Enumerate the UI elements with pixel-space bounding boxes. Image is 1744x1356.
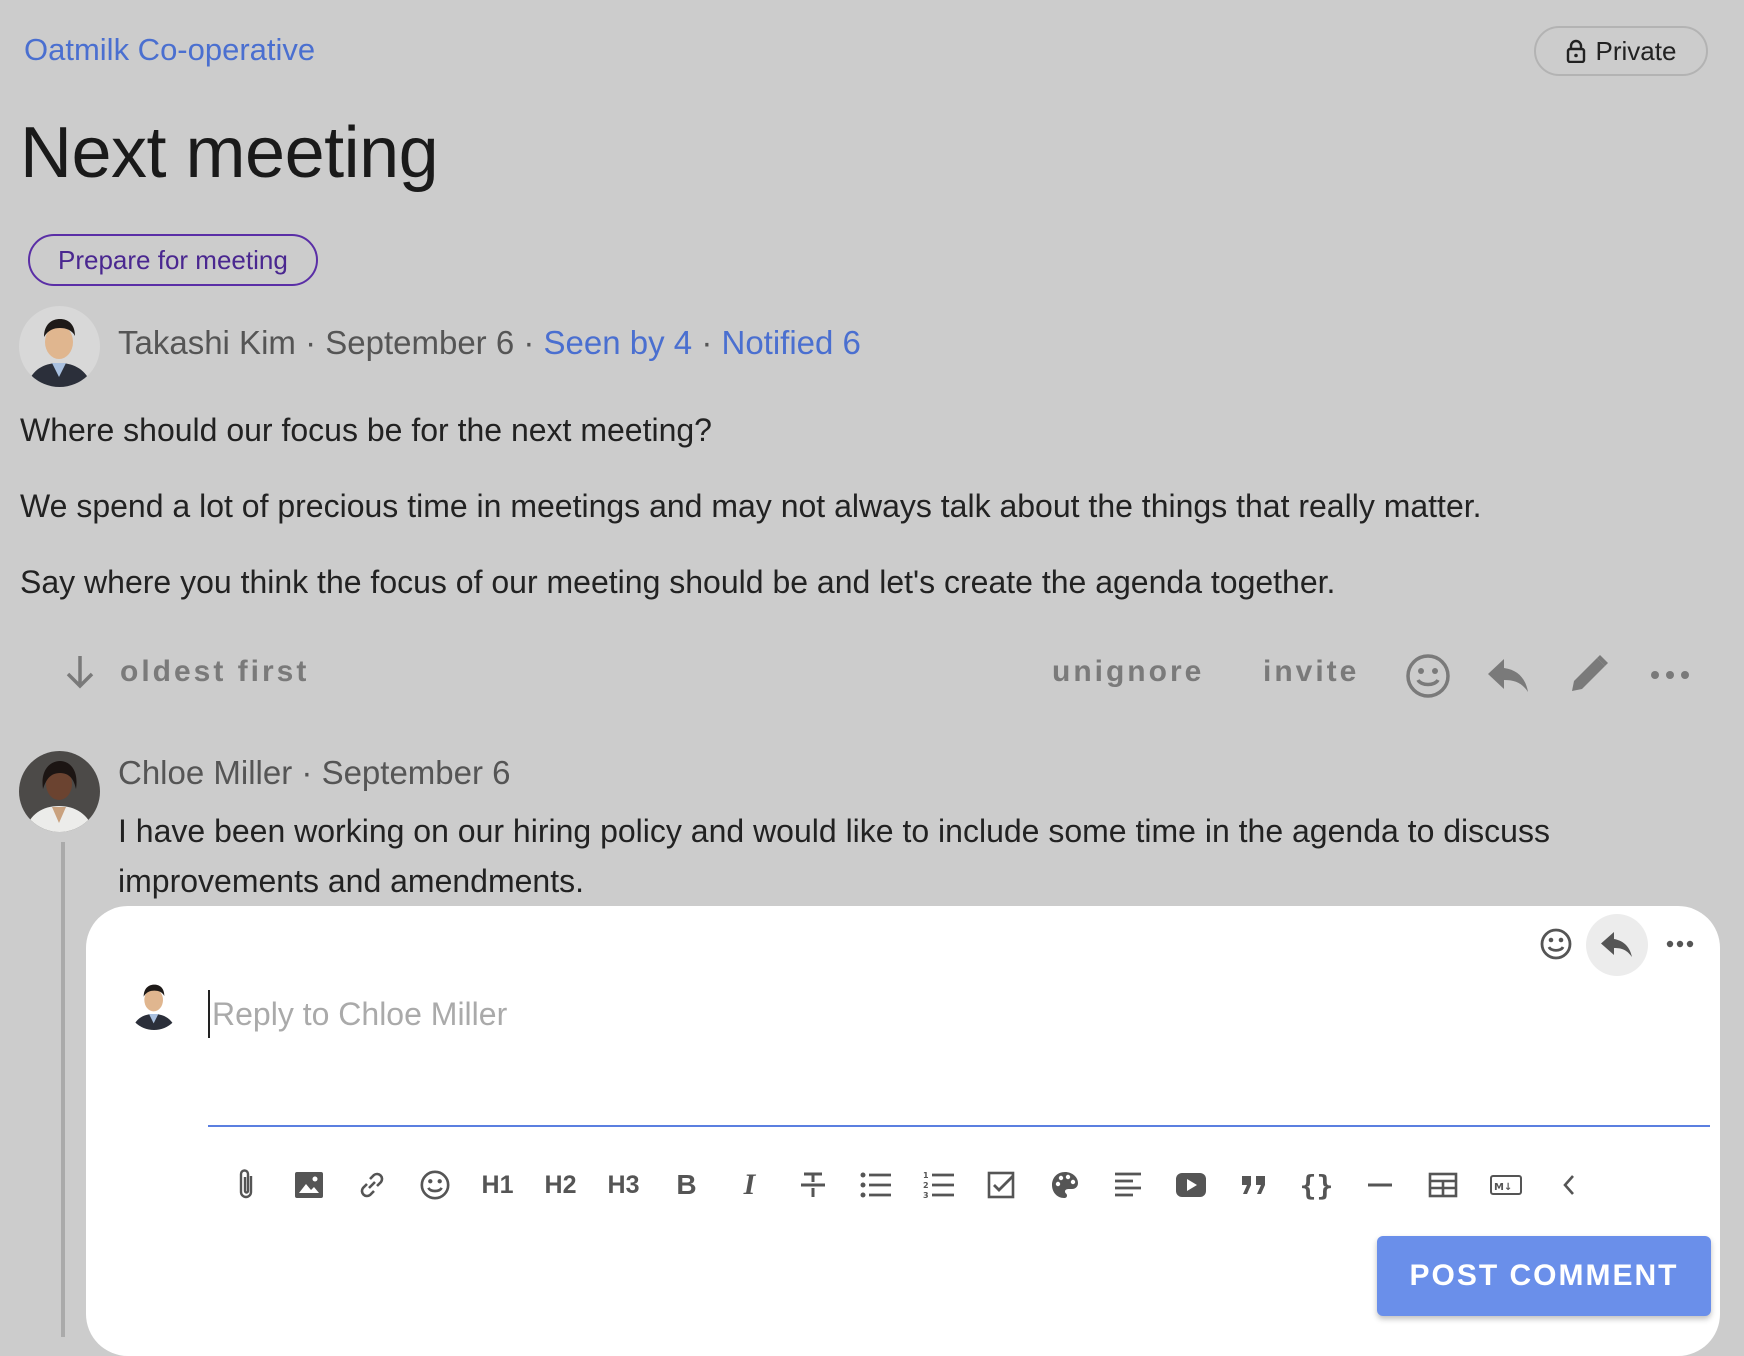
color-palette-icon[interactable]	[1033, 1160, 1096, 1210]
privacy-button[interactable]: Private	[1534, 26, 1708, 76]
attach-icon[interactable]	[214, 1160, 277, 1210]
reply-arrow-icon[interactable]	[1598, 926, 1636, 964]
link-icon[interactable]	[340, 1160, 403, 1210]
react-emoji-icon[interactable]	[1404, 652, 1452, 700]
reply-input[interactable]: Reply to Chloe Miller	[208, 990, 1712, 1038]
seen-by-link[interactable]: Seen by 4	[544, 324, 693, 361]
unignore-button[interactable]: unignore	[1052, 655, 1204, 689]
italic-icon[interactable]: I	[718, 1160, 781, 1210]
emoji-insert-icon[interactable]	[403, 1160, 466, 1210]
input-underline	[208, 1125, 1710, 1127]
page-title: Next meeting	[20, 113, 439, 193]
heading1-button[interactable]: H1	[466, 1160, 529, 1210]
current-user-avatar	[127, 976, 181, 1030]
svg-text:3: 3	[923, 1191, 929, 1200]
privacy-label: Private	[1595, 35, 1677, 66]
sort-label: oldest first	[120, 655, 310, 688]
emoji-icon[interactable]	[1537, 925, 1575, 963]
separator: ·	[523, 324, 535, 361]
edit-pencil-icon[interactable]	[1567, 652, 1611, 696]
body-paragraph: Where should our focus be for the next m…	[20, 412, 712, 448]
reply-more-icon[interactable]	[1660, 930, 1700, 958]
quote-icon[interactable]	[1222, 1160, 1285, 1210]
bullet-list-icon[interactable]	[844, 1160, 907, 1210]
comment-meta: Chloe Miller · September 6	[118, 754, 511, 792]
invite-button[interactable]: invite	[1263, 655, 1359, 689]
markdown-icon[interactable]: M↓	[1474, 1160, 1537, 1210]
post-date[interactable]: September 6	[325, 324, 514, 361]
commenter-avatar[interactable]	[19, 751, 100, 832]
task-list-icon[interactable]	[970, 1160, 1033, 1210]
numbered-list-icon[interactable]: 123	[907, 1160, 970, 1210]
lock-icon	[1566, 39, 1585, 63]
collapse-chevron-icon[interactable]	[1537, 1160, 1600, 1210]
svg-text:1: 1	[923, 1171, 929, 1180]
commenter-name[interactable]: Chloe Miller	[118, 754, 292, 791]
formatting-toolbar: H1 H2 H3 B I 123 {} M↓	[214, 1160, 1600, 1210]
heading2-button[interactable]: H2	[529, 1160, 592, 1210]
arrow-down-icon	[66, 656, 94, 689]
image-icon[interactable]	[277, 1160, 340, 1210]
comment-body: I have been working on our hiring policy…	[118, 813, 1550, 899]
author-meta: Takashi Kim · September 6 · Seen by 4 · …	[118, 324, 861, 362]
body-paragraph: Say where you think the focus of our mee…	[20, 564, 1336, 600]
more-options-icon[interactable]	[1648, 660, 1692, 690]
svg-text:2: 2	[923, 1181, 929, 1190]
strikethrough-icon[interactable]	[781, 1160, 844, 1210]
heading3-button[interactable]: H3	[592, 1160, 655, 1210]
group-link[interactable]: Oatmilk Co-operative	[24, 32, 315, 68]
author-name[interactable]: Takashi Kim	[118, 324, 296, 361]
bold-icon[interactable]: B	[655, 1160, 718, 1210]
tag-chip[interactable]: Prepare for meeting	[28, 234, 318, 286]
post-comment-button[interactable]: POST COMMENT	[1377, 1236, 1711, 1316]
body-paragraph: We spend a lot of precious time in meeti…	[20, 488, 1482, 524]
comment-date[interactable]: September 6	[322, 754, 511, 791]
sort-toggle[interactable]: oldest first	[60, 652, 309, 692]
reply-icon[interactable]	[1486, 654, 1530, 698]
table-icon[interactable]	[1411, 1160, 1474, 1210]
code-icon[interactable]: {}	[1285, 1160, 1348, 1210]
author-avatar[interactable]	[19, 306, 100, 387]
align-left-icon[interactable]	[1096, 1160, 1159, 1210]
svg-text:M↓: M↓	[1494, 1182, 1512, 1193]
notified-link[interactable]: Notified 6	[722, 324, 861, 361]
video-icon[interactable]	[1159, 1160, 1222, 1210]
separator: ·	[301, 754, 313, 791]
thread-line	[61, 842, 65, 1337]
horizontal-rule-icon[interactable]	[1348, 1160, 1411, 1210]
separator: ·	[701, 324, 713, 361]
separator: ·	[305, 324, 317, 361]
